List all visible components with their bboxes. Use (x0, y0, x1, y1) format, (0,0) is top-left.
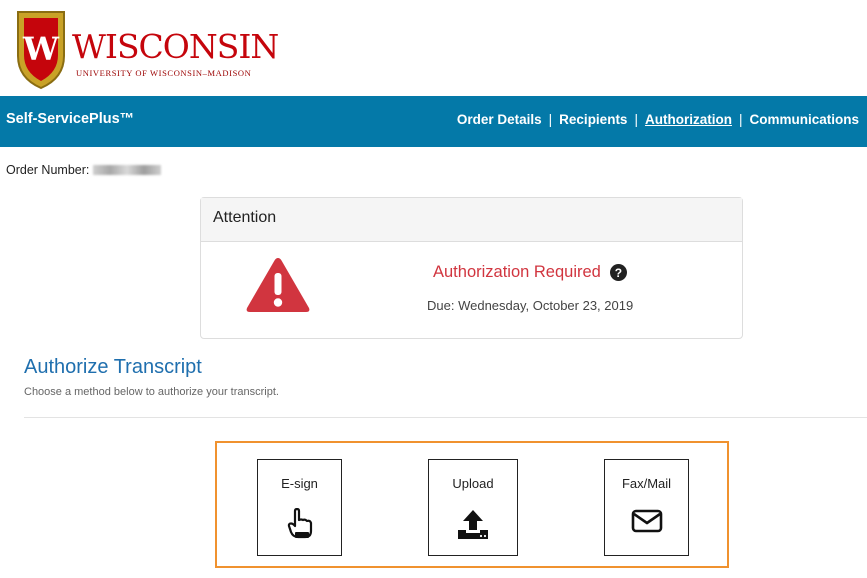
nav-order-details[interactable]: Order Details (457, 112, 542, 127)
attention-title: Attention (201, 198, 742, 242)
fax-mail-label: Fax/Mail (621, 476, 672, 491)
nav-separator: | (548, 112, 553, 127)
brand-title: Self-ServicePlus™ (6, 111, 135, 127)
upload-icon (458, 510, 488, 539)
envelope-icon (631, 509, 662, 533)
nav-communications[interactable]: Communications (749, 112, 859, 127)
attention-panel: Attention Authorization Required ? Due: … (200, 197, 743, 339)
nav-authorization[interactable]: Authorization (645, 112, 732, 127)
authorization-required-status: Authorization Required ? (433, 263, 627, 282)
order-number-value-redacted (93, 165, 162, 175)
wordmark: WISCONSIN (72, 27, 279, 66)
main-nav: Order Details | Recipients | Authorizati… (457, 112, 859, 127)
crest-icon: W (17, 11, 65, 90)
warning-triangle-icon (246, 258, 310, 312)
esign-button[interactable]: E-sign (257, 459, 342, 556)
nav-separator: | (738, 112, 743, 127)
authorization-methods: E-sign Upload Fax/Mail (215, 441, 729, 568)
section-subtitle: Choose a method below to authorize your … (24, 386, 279, 398)
divider (24, 417, 867, 418)
status-text: Authorization Required (433, 263, 601, 281)
upload-button[interactable]: Upload (428, 459, 518, 556)
upload-label: Upload (452, 476, 494, 491)
university-logo: W WISCONSIN UNIVERSITY OF WISCONSIN–MADI… (10, 2, 279, 92)
nav-separator: | (634, 112, 638, 127)
question-circle-icon[interactable]: ? (609, 264, 627, 281)
top-navigation-bar: Self-ServicePlus™ Order Details | Recipi… (0, 96, 867, 147)
nav-recipients[interactable]: Recipients (559, 112, 627, 127)
section-title: Authorize Transcript (24, 356, 202, 378)
pointing-hand-icon (287, 508, 312, 539)
esign-label: E-sign (281, 476, 318, 491)
crest-letter: W (22, 30, 60, 68)
due-date: Due: Wednesday, October 23, 2019 (427, 298, 634, 313)
order-number: Order Number: (6, 163, 162, 177)
fax-mail-button[interactable]: Fax/Mail (604, 459, 689, 556)
logo-subtitle: UNIVERSITY OF WISCONSIN–MADISON (76, 68, 252, 78)
order-number-label: Order Number: (6, 163, 90, 177)
